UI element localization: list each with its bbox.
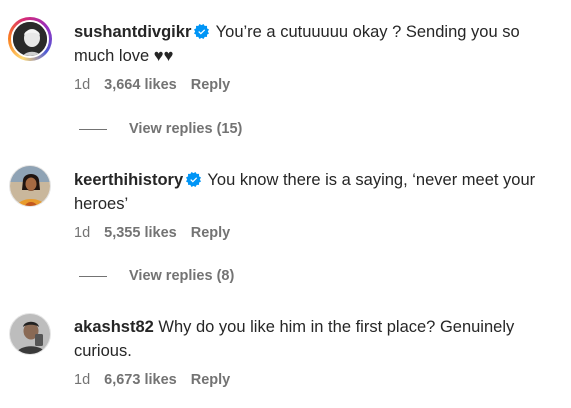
avatar[interactable] <box>8 164 52 208</box>
view-replies-button[interactable]: View replies (8) <box>79 268 234 284</box>
view-replies-count: (8) <box>216 268 235 284</box>
comment-likes[interactable]: 6,673 likes <box>104 372 177 388</box>
view-replies-line <box>79 275 107 277</box>
comment-timestamp[interactable]: 1d <box>74 372 90 388</box>
view-replies-button[interactable]: View replies (15) <box>79 121 242 137</box>
reply-button[interactable]: Reply <box>191 225 231 241</box>
comment-username[interactable]: sushantdivgikr <box>74 23 191 41</box>
avatar-image <box>11 20 49 58</box>
comment-meta: 1d 6,673 likes Reply <box>74 372 230 388</box>
avatar-image <box>9 313 51 355</box>
comment-meta: 1d 5,355 likes Reply <box>74 225 230 241</box>
comment-likes[interactable]: 3,664 likes <box>104 77 177 93</box>
comment-timestamp[interactable]: 1d <box>74 77 90 93</box>
reply-button[interactable]: Reply <box>191 77 231 93</box>
view-replies-line <box>79 128 107 130</box>
view-replies-count: (15) <box>216 121 243 137</box>
comment-timestamp[interactable]: 1d <box>74 225 90 241</box>
comment-username[interactable]: akashst82 <box>74 318 154 336</box>
verified-badge-icon <box>194 24 210 39</box>
avatar-portrait-icon <box>13 22 47 56</box>
comment-meta: 1d 3,664 likes Reply <box>74 77 230 93</box>
avatar-image <box>9 165 51 207</box>
comment-username[interactable]: keerthihistory <box>74 171 183 189</box>
view-replies-label: View replies <box>129 121 213 137</box>
reply-button[interactable]: Reply <box>191 372 231 388</box>
verified-badge-icon <box>186 172 202 187</box>
avatar-portrait-icon <box>10 166 50 206</box>
avatar[interactable] <box>8 17 52 61</box>
comment-likes[interactable]: 5,355 likes <box>104 225 177 241</box>
avatar-portrait-icon <box>10 314 50 354</box>
avatar[interactable] <box>8 312 52 356</box>
view-replies-label: View replies <box>129 268 213 284</box>
